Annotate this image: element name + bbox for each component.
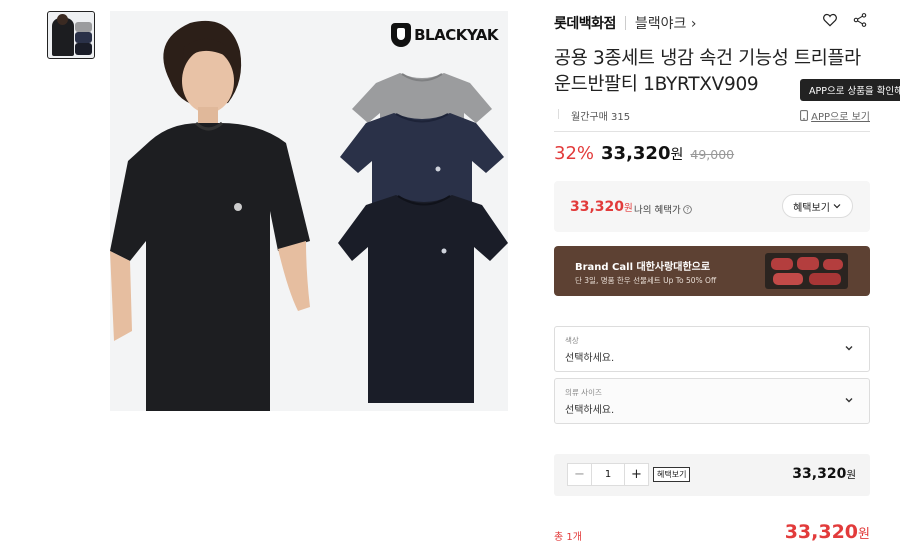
- total-count: 총 1개: [554, 532, 582, 543]
- info-icon[interactable]: ?: [682, 204, 692, 214]
- benefit-box: 33,320원 나의 혜택가 ? 혜택보기: [554, 181, 870, 232]
- svg-text:?: ?: [686, 207, 689, 213]
- benefit-price: 33,320원: [570, 199, 633, 215]
- banner-title: Brand Call 대한사랑대한으로: [575, 262, 711, 273]
- price-row: 32% 33,320원 49,000: [554, 143, 734, 164]
- size-select-label: 의류 사이즈: [565, 388, 602, 397]
- thumbnail-model-head: [57, 14, 68, 25]
- app-view-label: APP으로 보기: [811, 112, 870, 123]
- original-price: 49,000: [690, 147, 735, 162]
- phone-icon: [800, 110, 809, 121]
- discount-rate: 32%: [554, 143, 595, 164]
- brand-link[interactable]: 블랙야크 ›: [635, 13, 697, 33]
- share-icon[interactable]: [852, 12, 868, 32]
- section-divider: [554, 131, 870, 132]
- thumbnail-shirt-gray: [75, 22, 92, 32]
- store-name[interactable]: 롯데백화점: [554, 13, 616, 33]
- increase-button[interactable]: +: [625, 464, 648, 485]
- app-tooltip-badge[interactable]: APP으로 상품을 확인해: [800, 79, 900, 101]
- top-actions: [822, 12, 868, 32]
- size-select[interactable]: 의류 사이즈 선택하세요.: [554, 378, 870, 424]
- brand-logo: BLACKYAK: [391, 23, 498, 47]
- brand-logo-text: BLACKYAK: [414, 26, 498, 44]
- color-select[interactable]: 색상 선택하세요.: [554, 326, 870, 372]
- quantity-value[interactable]: 1: [591, 464, 625, 485]
- decrease-button[interactable]: −: [568, 464, 591, 485]
- total-price: 33,320원: [784, 521, 870, 543]
- quantity-price: 33,320원: [792, 466, 856, 482]
- yak-logo-icon: [391, 23, 412, 47]
- model-figure: [110, 20, 310, 411]
- app-view-link[interactable]: APP으로 보기: [800, 108, 870, 123]
- seller-row: 롯데백화점 블랙야크 ›: [554, 13, 696, 33]
- promo-banner[interactable]: Brand Call 대한사랑대한으로 단 3일, 명품 한우 선물세트 Up …: [554, 246, 870, 296]
- monthly-purchases: 월간구매 315: [571, 112, 631, 123]
- quantity-benefit-button[interactable]: 혜택보기: [653, 467, 691, 482]
- sale-price: 33,320원: [601, 143, 684, 164]
- thumbnail-shirt-navy: [75, 32, 92, 43]
- quantity-stepper: − 1 +: [567, 463, 649, 486]
- chevron-down-icon: [833, 204, 841, 209]
- size-select-value: 선택하세요.: [565, 405, 615, 416]
- shirt-black: [338, 195, 508, 403]
- color-select-value: 선택하세요.: [565, 353, 615, 364]
- divider: [558, 109, 559, 119]
- banner-subtitle: 단 3일, 명품 한우 선물세트 Up To 50% Off: [575, 276, 717, 285]
- thumbnail-1[interactable]: [47, 11, 95, 59]
- divider: [624, 16, 626, 30]
- product-main-image[interactable]: BLACKYAK: [110, 11, 508, 411]
- chevron-down-icon: [845, 346, 853, 351]
- thumbnail-shirt-black: [75, 43, 92, 55]
- benefit-view-button[interactable]: 혜택보기: [782, 194, 853, 218]
- product-photo: [110, 20, 508, 411]
- quantity-box: − 1 + 혜택보기 33,320원: [554, 454, 870, 496]
- chevron-down-icon: [845, 398, 853, 403]
- heart-icon[interactable]: [822, 12, 838, 32]
- color-select-label: 색상: [565, 336, 579, 345]
- benefit-label: 나의 혜택가 ?: [634, 202, 692, 216]
- beef-gift-image: [765, 253, 848, 289]
